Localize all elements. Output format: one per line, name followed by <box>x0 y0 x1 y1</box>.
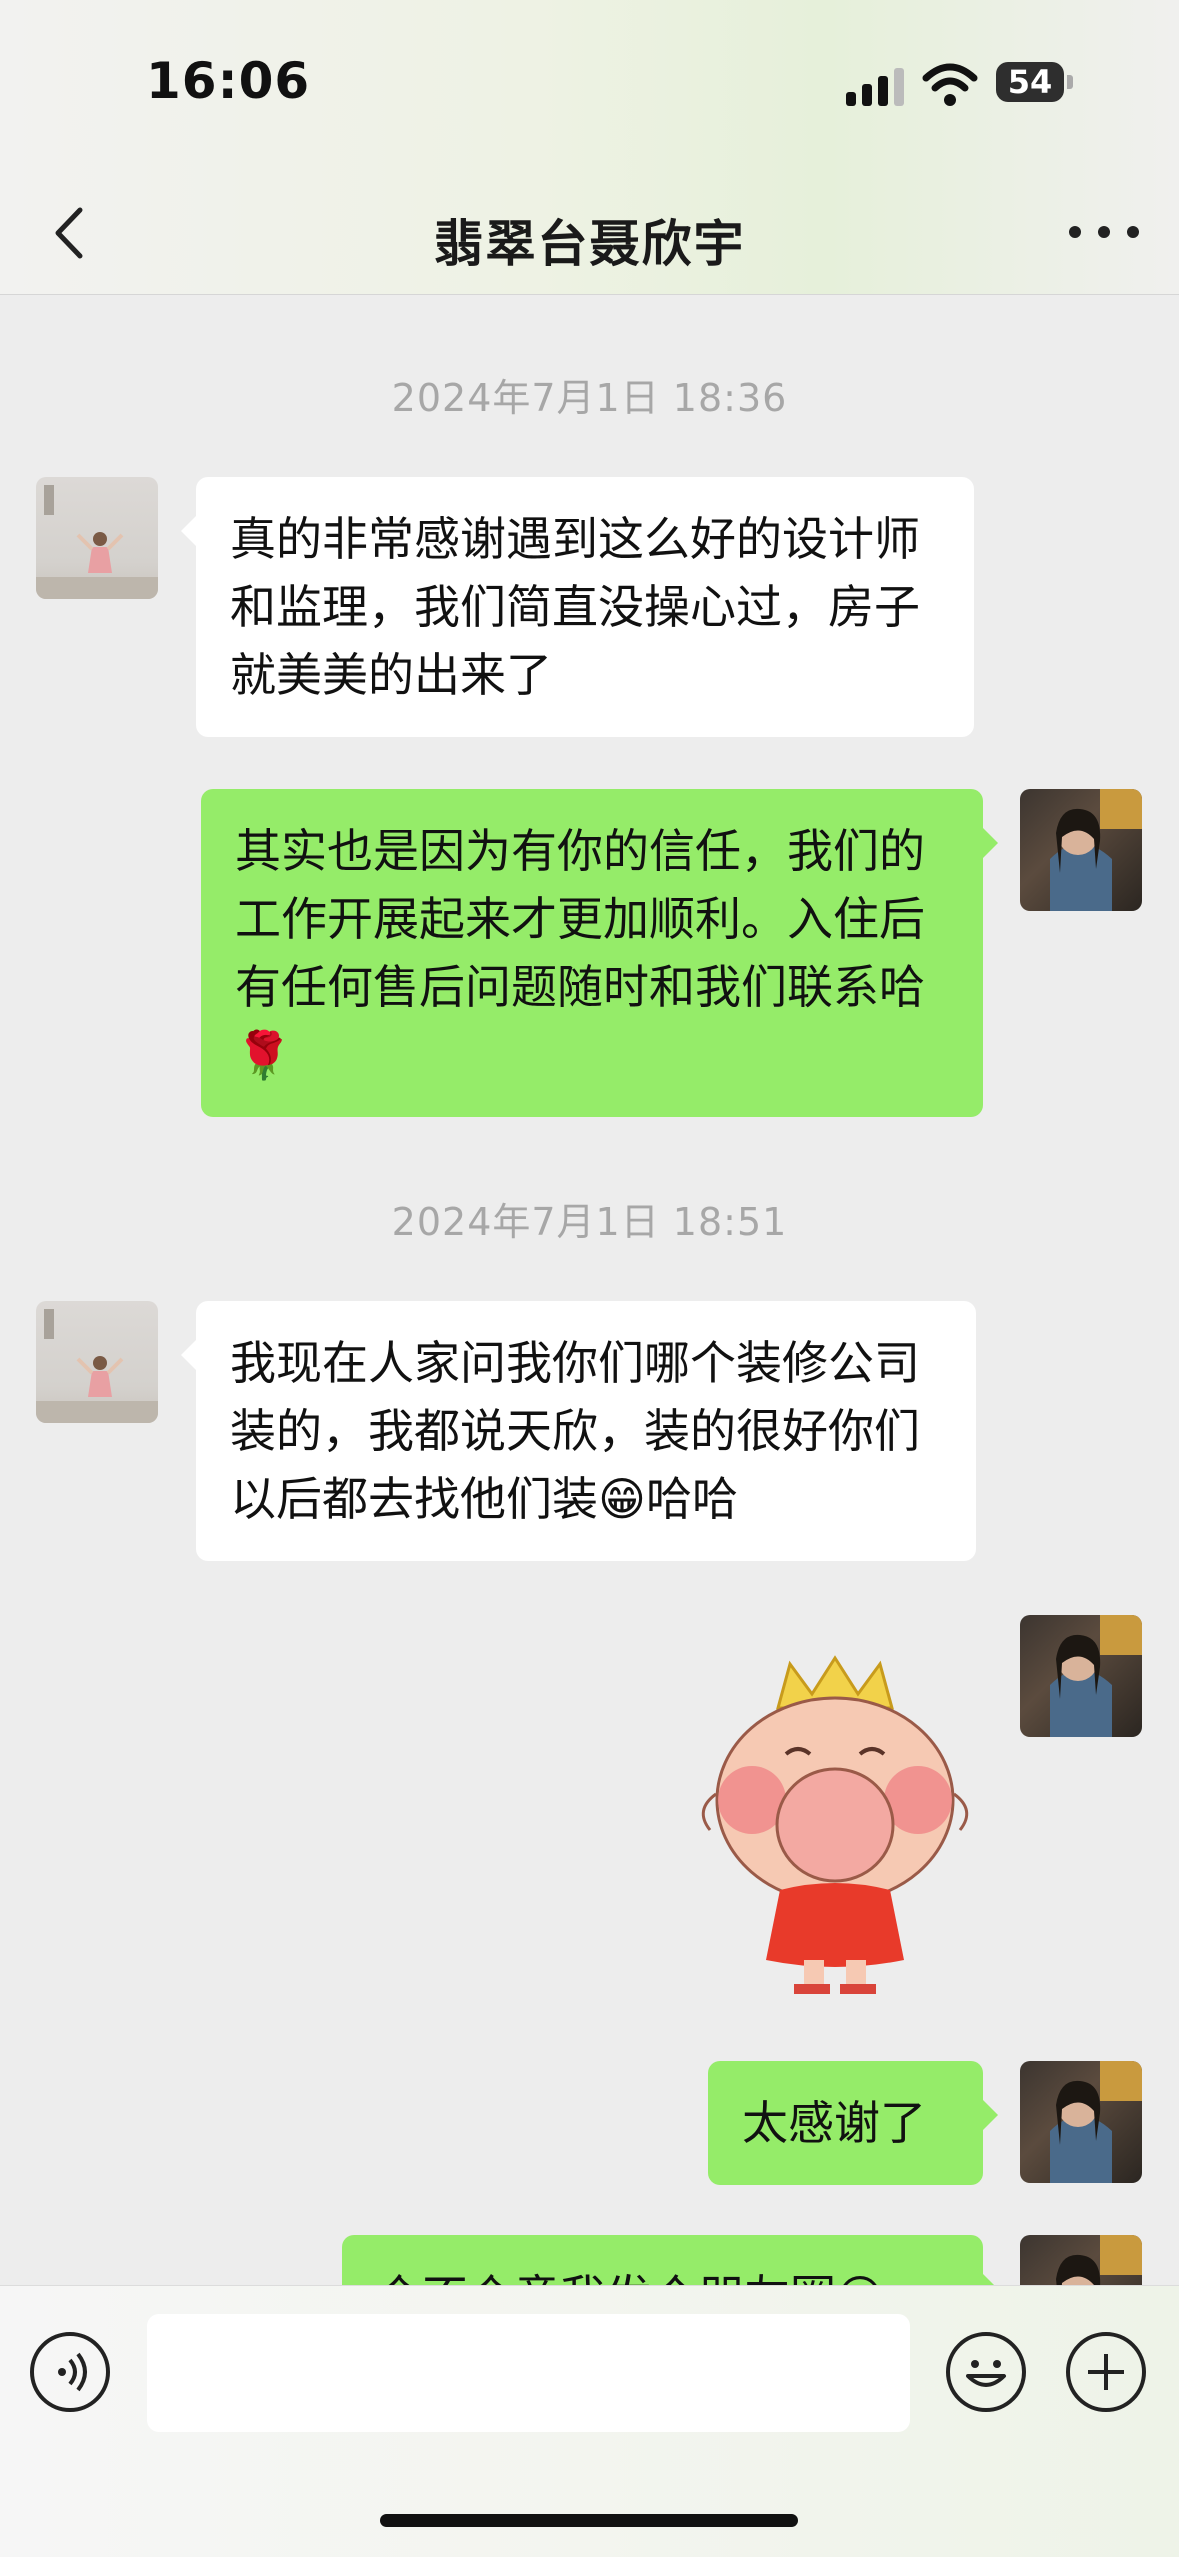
message-bubble-sent[interactable]: 其实也是因为有你的信任，我们的工作开展起来才更加顺利。入住后有任何售后问题随时和… <box>201 789 998 1117</box>
input-bar <box>0 2285 1179 2557</box>
contact-avatar[interactable] <box>36 1301 158 1423</box>
timestamp: 2024年7月1日 18:36 <box>391 376 788 420</box>
chat-title: 翡翠台聂欣宇 <box>433 215 746 273</box>
status-bar: 16:06 54 <box>0 0 1179 170</box>
chat-header: 翡翠台聂欣宇 <box>0 170 1179 295</box>
contact-avatar[interactable] <box>36 477 158 599</box>
cartoon-sticker[interactable] <box>690 1650 980 2000</box>
message-bubble-sent[interactable]: 太感谢了 <box>708 2061 998 2185</box>
status-time: 16:06 <box>146 52 311 110</box>
battery-indicator: 54 <box>996 62 1073 102</box>
emoji-icon[interactable] <box>946 2332 1026 2412</box>
my-avatar[interactable] <box>1020 2235 1142 2285</box>
timestamp: 2024年7月1日 18:51 <box>391 1200 788 1244</box>
more-options-icon[interactable] <box>1069 210 1139 254</box>
my-avatar[interactable] <box>1020 2061 1142 2183</box>
voice-input-icon[interactable] <box>30 2332 110 2412</box>
message-bubble-sent[interactable]: 介不介意我发个朋友圈😊 <box>342 2235 998 2285</box>
my-avatar[interactable] <box>1020 789 1142 911</box>
cellular-signal-icon <box>846 66 906 106</box>
my-avatar[interactable] <box>1020 1615 1142 1737</box>
home-indicator[interactable] <box>380 2514 798 2527</box>
message-list[interactable]: 2024年7月1日 18:36 真的非常感谢遇到这么好的设计师和监理，我们简直没… <box>0 295 1179 2285</box>
message-bubble-received[interactable]: 真的非常感谢遇到这么好的设计师和监理，我们简直没操心过，房子就美美的出来了 <box>181 477 974 737</box>
wifi-icon <box>922 63 978 106</box>
add-icon[interactable] <box>1066 2332 1146 2412</box>
message-input[interactable] <box>147 2314 910 2432</box>
message-bubble-received[interactable]: 我现在人家问我你们哪个装修公司装的，我都说天欣，装的很好你们以后都去找他们装😁哈… <box>181 1301 976 1561</box>
